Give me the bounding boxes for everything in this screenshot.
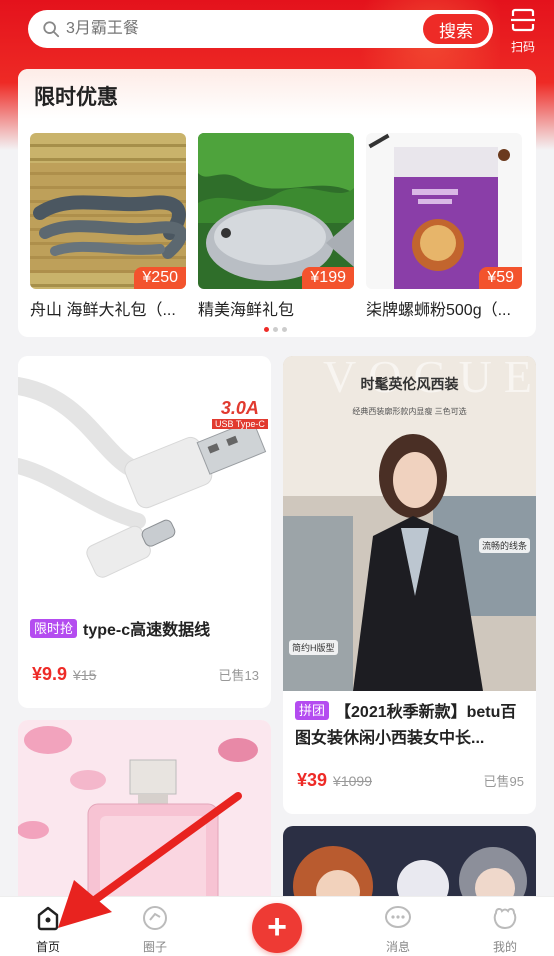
promo-item-fish[interactable]: ¥199 精美海鲜礼包 (198, 133, 354, 320)
message-icon (385, 906, 411, 928)
product-image (18, 720, 271, 920)
nav-label: 圈子 (142, 940, 167, 954)
product-image: ¥250 (30, 133, 186, 289)
scan-label: 扫码 (510, 40, 535, 54)
flash-sale-badge: 限时抢 (30, 619, 78, 638)
image-headline: 时髦英伦风西装 (360, 376, 459, 392)
image-subtitle: 经典西装廓形款内显瘦 三色可选 (352, 407, 467, 416)
search-button[interactable]: 搜索 (423, 14, 489, 44)
promo-title: 限时优惠 (34, 86, 118, 109)
nav-profile[interactable]: 我的 (475, 905, 535, 955)
scan-icon (511, 8, 535, 32)
promo-item-name: 舟山 海鲜大礼包（... (30, 302, 176, 319)
image-tag: 简约H版型 (289, 640, 338, 655)
carousel-dot (282, 327, 287, 332)
carousel-dot (273, 327, 278, 332)
carousel-dot (264, 327, 269, 332)
nav-label: 消息 (385, 940, 410, 954)
amp-badge: 3.0A USB Type-C (212, 398, 268, 429)
sold-count: 已售13 (218, 668, 259, 683)
promo-section: 限时优惠 ¥250 舟山 海鲜大礼包（... ¥199 精美海鲜礼包 ¥59 柒… (18, 69, 536, 337)
product-name: type-c高速数据线 (83, 622, 211, 639)
product-image: ¥59 (366, 133, 522, 289)
product-price: ¥9.9 (32, 664, 68, 684)
original-price: ¥15 (73, 667, 97, 683)
search-icon (43, 21, 60, 38)
price-tag: ¥250 (134, 267, 186, 289)
promo-item-noodles[interactable]: ¥59 柒牌螺蛳粉500g（... (366, 133, 522, 320)
search-bar[interactable]: 搜索 (28, 10, 493, 48)
product-card-cable[interactable]: 3.0A USB Type-C 限时抢 type-c高速数据线 ¥9.9 ¥15 … (18, 356, 271, 708)
product-card-perfume[interactable] (18, 720, 271, 920)
product-price: ¥39 (297, 770, 328, 790)
type-c-label: USB Type-C (212, 419, 268, 429)
price-tag: ¥59 (479, 267, 522, 289)
product-title: 限时抢 type-c高速数据线 (30, 618, 261, 644)
home-icon (37, 906, 59, 931)
profile-icon (493, 907, 517, 930)
nav-label: 我的 (492, 940, 517, 954)
product-title: 拼团 【2021秋季新款】betu百图女装休闲小西装女中长... (295, 700, 526, 752)
product-card-blazer[interactable]: VOGUE 时髦英伦风西装 经典西装廓形款内显瘦 三色可选 流畅的线条 简约H版… (283, 356, 536, 814)
carousel-indicator (264, 327, 287, 332)
product-image: 3.0A USB Type-C (18, 356, 271, 606)
nav-home[interactable]: 首页 (18, 905, 78, 955)
nav-messages[interactable]: 消息 (368, 905, 428, 955)
nav-label: 首页 (35, 940, 60, 954)
circle-icon (143, 906, 167, 930)
original-price: ¥1099 (333, 773, 372, 789)
group-buy-badge: 拼团 (295, 701, 330, 720)
image-tag: 流畅的线条 (479, 538, 531, 553)
scan-button[interactable]: 扫码 (507, 8, 539, 54)
promo-item-name: 精美海鲜礼包 (198, 302, 295, 319)
promo-item-name: 柒牌螺蛳粉500g（... (366, 302, 511, 319)
sold-count: 已售95 (483, 774, 524, 789)
product-image: VOGUE 时髦英伦风西装 经典西装廓形款内显瘦 三色可选 流畅的线条 简约H版… (283, 356, 536, 691)
price-tag: ¥199 (302, 267, 354, 289)
product-image: ¥199 (198, 133, 354, 289)
amp-label: 3.0A (220, 398, 259, 418)
nav-circle[interactable]: 圈子 (125, 905, 185, 955)
search-input[interactable] (66, 20, 423, 38)
create-post-button[interactable]: + (252, 903, 302, 953)
promo-item-seafood[interactable]: ¥250 舟山 海鲜大礼包（... (30, 133, 186, 320)
